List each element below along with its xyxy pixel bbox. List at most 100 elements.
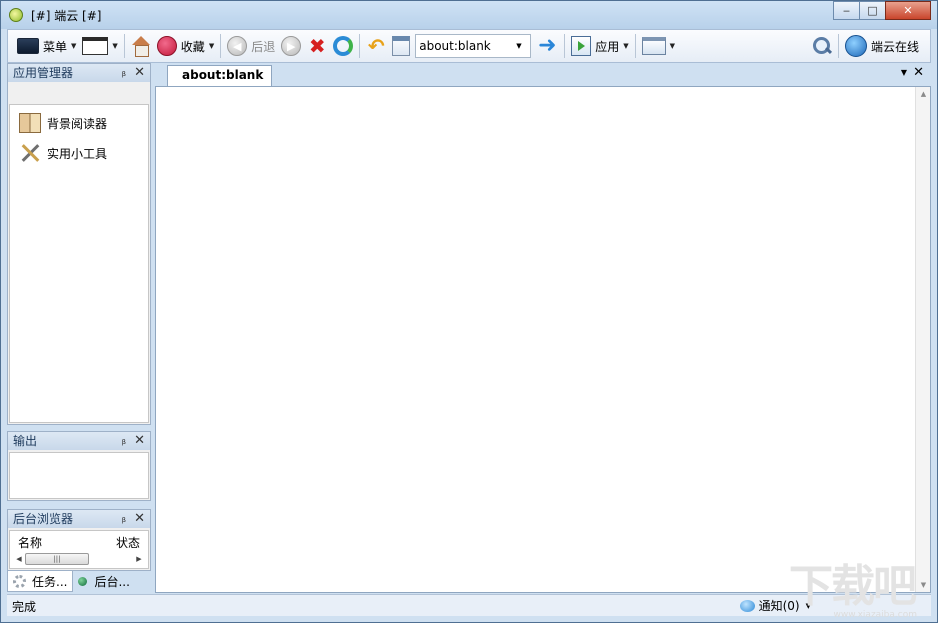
screen-button[interactable]: ▼: [639, 33, 678, 59]
minimize-button[interactable]: ‒: [833, 1, 860, 20]
browser-content-area[interactable]: ▲ ▼: [155, 86, 931, 593]
undo-button[interactable]: ↶: [363, 33, 389, 59]
scroll-right-icon[interactable]: ▶: [133, 555, 145, 563]
chevron-down-icon: ▼: [71, 42, 77, 50]
tab-label: 任务...: [32, 574, 68, 589]
tab-label: 后台...: [94, 575, 130, 589]
back-button[interactable]: ◀ 后退: [224, 33, 278, 59]
scroll-thumb[interactable]: |||: [25, 552, 89, 565]
toolbar-divider: [123, 34, 125, 58]
scroll-up-icon[interactable]: ▲: [916, 90, 931, 98]
address-bar: ▼: [415, 34, 532, 58]
online-button[interactable]: 端云在线: [842, 33, 922, 59]
watermark-url: www.xiazaiba.com: [833, 610, 917, 620]
monitor-icon: [17, 38, 39, 54]
page-icon: [392, 36, 411, 56]
vertical-scrollbar[interactable]: ▲ ▼: [915, 87, 930, 592]
app-item-label: 实用小工具: [47, 146, 108, 161]
pin-icon[interactable]: ᵦ: [122, 432, 126, 450]
panel-header: 后台浏览器 ᵦ ✕: [8, 510, 150, 528]
left-bottom-tabs: 任务... 后台...: [7, 571, 151, 593]
forward-arrow-icon: ▶: [281, 36, 302, 56]
window-title: [#] 端云 [#]: [31, 9, 102, 23]
gear-icon: [13, 574, 26, 588]
toolbar-divider: [564, 34, 566, 58]
home-button[interactable]: [128, 33, 154, 59]
address-dropdown-icon[interactable]: ▼: [516, 42, 521, 50]
globe-icon: [844, 35, 867, 57]
horizontal-scrollbar[interactable]: ◀ ||| ▶: [13, 552, 145, 565]
pin-icon[interactable]: ᵦ: [122, 510, 126, 528]
watermark-logo: 下载吧: [789, 561, 917, 612]
app-item-tools[interactable]: 实用小工具: [10, 138, 148, 168]
book-icon: [19, 113, 41, 133]
tab-list-dropdown-icon[interactable]: ▼: [901, 68, 907, 77]
refresh-button[interactable]: [330, 33, 356, 59]
column-header-name[interactable]: 名称: [18, 534, 42, 551]
panel-title: 后台浏览器: [13, 512, 74, 526]
search-icon: [812, 36, 832, 56]
forward-button[interactable]: ▶: [278, 33, 304, 59]
output-area[interactable]: [9, 452, 149, 499]
window-mode-button[interactable]: ▼: [79, 33, 120, 59]
tab-background[interactable]: 后台...: [73, 571, 134, 592]
output-panel: 输出 ᵦ ✕: [7, 431, 151, 501]
window-icon: [82, 37, 109, 55]
pin-icon[interactable]: ᵦ: [122, 64, 126, 82]
column-header-status[interactable]: 状态: [116, 534, 140, 551]
tab-about-blank[interactable]: about:blank: [167, 65, 273, 86]
window-controls: ‒ □ ✕: [833, 1, 931, 20]
chevron-down-icon: ▼: [208, 42, 215, 50]
favorites-label: 收藏: [180, 39, 205, 54]
search-button[interactable]: [809, 33, 835, 59]
close-icon[interactable]: ✕: [134, 64, 145, 82]
status-text: 完成: [12, 600, 37, 614]
panel-header: 输出 ᵦ ✕: [8, 432, 150, 450]
refresh-icon: [333, 36, 354, 56]
toolbar-divider: [359, 34, 361, 58]
bg-browser-panel: 后台浏览器 ᵦ ✕ 名称 状态 ◀ ||| ▶: [7, 509, 151, 571]
list-header: 名称 状态: [10, 531, 148, 551]
scroll-left-icon[interactable]: ◀: [13, 555, 25, 563]
close-icon[interactable]: ✕: [134, 510, 145, 528]
close-tab-icon[interactable]: ✕: [913, 65, 924, 80]
menu-button[interactable]: 菜单 ▼: [14, 33, 79, 59]
document-tab-strip: about:blank ▼ ✕: [155, 63, 931, 86]
menu-label: 菜单: [43, 39, 68, 54]
app-item-label: 背景阅读器: [47, 116, 108, 131]
favorites-heart-icon: [156, 36, 177, 56]
bg-browser-list: 名称 状态 ◀ ||| ▶: [9, 530, 149, 569]
tab-tasks[interactable]: 任务...: [7, 571, 74, 592]
back-arrow-icon: ◀: [227, 36, 248, 56]
app-logo-icon: [9, 8, 23, 22]
go-button[interactable]: ➜: [533, 33, 561, 59]
back-label: 后退: [251, 39, 276, 54]
maximize-button[interactable]: □: [859, 1, 886, 20]
page-button[interactable]: [389, 33, 413, 59]
main-toolbar: 菜单 ▼ ▼ 收藏 ▼ ◀ 后退 ▶ ✖ ↶ about:blank ▼ ➜ 应…: [7, 29, 931, 63]
app-window: [#] 端云 [#] ‒ □ ✕ 菜单 ▼ ▼ 收藏 ▼ ◀ 后退 ▶ ✖ ↶ …: [0, 0, 938, 623]
app-play-icon: [571, 36, 592, 56]
green-dot-icon: [78, 577, 88, 586]
toolbar-divider: [837, 34, 839, 58]
chevron-down-icon: ▼: [669, 42, 676, 50]
online-label: 端云在线: [870, 39, 919, 54]
close-icon[interactable]: ✕: [134, 432, 145, 450]
chevron-down-icon: ▼: [112, 42, 118, 50]
title-bar[interactable]: [#] 端云 [#] ‒ □ ✕: [1, 1, 937, 29]
panel-header: 应用管理器 ᵦ ✕: [8, 64, 150, 82]
apps-label: 应用: [595, 39, 620, 54]
stop-x-icon: ✖: [308, 34, 326, 58]
chevron-down-icon: ▼: [623, 42, 629, 50]
app-manager-panel: 应用管理器 ᵦ ✕ 背景阅读器 实用小工具: [7, 63, 151, 425]
panel-title: 输出: [13, 434, 38, 448]
stop-button[interactable]: ✖: [304, 33, 330, 59]
app-list: 背景阅读器 实用小工具: [9, 104, 149, 423]
apps-button[interactable]: 应用 ▼: [568, 33, 631, 59]
close-window-button[interactable]: ✕: [885, 1, 931, 20]
favorites-button[interactable]: 收藏 ▼: [154, 33, 217, 59]
toolbar-divider: [220, 34, 222, 58]
app-item-reader[interactable]: 背景阅读器: [10, 108, 148, 138]
tools-icon: [19, 142, 41, 164]
address-input[interactable]: [419, 39, 515, 53]
